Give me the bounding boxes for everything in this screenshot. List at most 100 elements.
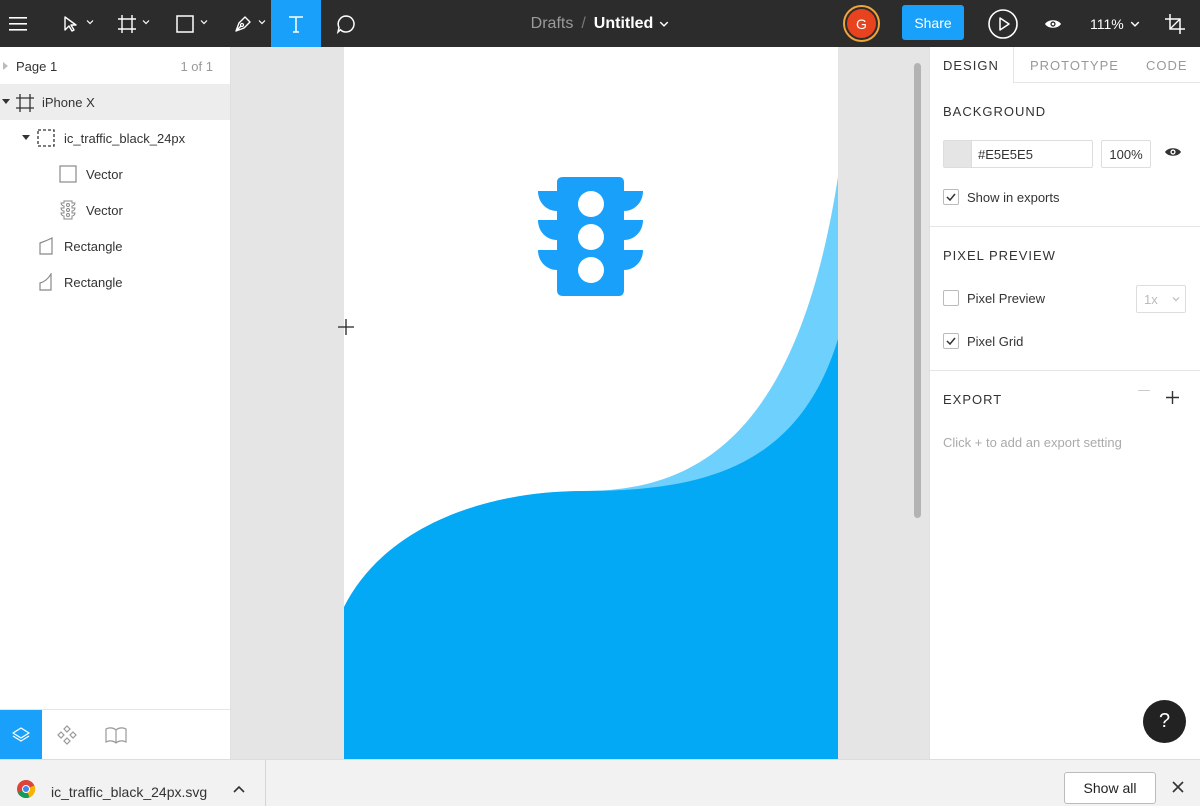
move-tool-button[interactable] — [52, 0, 100, 47]
page-selector[interactable]: Page 1 1 of 1 — [0, 47, 230, 85]
canvas-scrollbar[interactable] — [914, 63, 921, 518]
traffic-light-icon[interactable] — [537, 177, 644, 297]
properties-panel: DESIGN PROTOTYPE CODE BACKGROUND #E5E5E5… — [929, 47, 1200, 759]
background-hex-value[interactable]: #E5E5E5 — [972, 141, 1092, 167]
properties-tabs: DESIGN PROTOTYPE CODE — [930, 47, 1200, 83]
breadcrumb-drafts-link[interactable]: Drafts — [531, 15, 574, 33]
tab-code[interactable]: CODE — [1146, 47, 1188, 83]
layers-stack-icon — [12, 727, 30, 742]
canvas[interactable] — [231, 47, 929, 759]
chevron-down-icon — [86, 20, 94, 25]
resize-frame-button[interactable] — [1160, 0, 1190, 47]
color-swatch[interactable] — [944, 141, 972, 167]
page-name: Page 1 — [16, 59, 58, 74]
comment-tool-button[interactable] — [324, 0, 368, 47]
show-all-button[interactable]: Show all — [1064, 772, 1156, 804]
left-panel-tabs — [0, 709, 230, 760]
caret-down-icon[interactable] — [2, 99, 10, 104]
layers-tab[interactable] — [0, 710, 42, 760]
caret-right-icon — [3, 62, 8, 70]
text-t-icon — [289, 15, 303, 33]
help-button[interactable]: ? — [1143, 700, 1186, 743]
checkmark-icon — [946, 337, 956, 345]
pixel-preview-section-title: PIXEL PREVIEW — [943, 248, 1056, 263]
user-avatar[interactable]: G — [843, 5, 880, 42]
rectangle-icon — [176, 14, 194, 33]
view-settings-button[interactable] — [1038, 0, 1068, 47]
pixel-grid-label: Pixel Grid — [967, 333, 1024, 349]
page-count: 1 of 1 — [180, 59, 213, 74]
vector-shape-icon — [39, 237, 53, 255]
layers-panel: Page 1 1 of 1 iPhone X ic_traffic_black_… — [0, 47, 231, 760]
pixel-preview-checkbox[interactable] — [943, 290, 959, 306]
export-section-title: EXPORT — [943, 392, 1003, 407]
pixel-grid-checkbox[interactable] — [943, 333, 959, 349]
chevron-up-icon[interactable] — [233, 785, 245, 793]
tab-design[interactable]: DESIGN — [930, 47, 1014, 83]
show-in-exports-row[interactable]: Show in exports — [943, 189, 1060, 205]
checkmark-icon — [946, 193, 956, 201]
chevron-down-icon — [200, 20, 208, 25]
layer-label: ic_traffic_black_24px — [64, 131, 186, 146]
comment-bubble-icon — [336, 14, 355, 34]
layer-rectangle-1[interactable]: Rectangle — [0, 228, 230, 264]
text-tool-button[interactable] — [271, 0, 321, 47]
breadcrumb-separator: / — [581, 14, 586, 32]
main-menu-button[interactable] — [0, 0, 36, 47]
section-divider — [930, 370, 1200, 371]
play-icon — [988, 8, 1018, 39]
close-icon[interactable] — [1172, 781, 1184, 793]
vector-square-icon — [59, 165, 77, 183]
tab-prototype[interactable]: PROTOTYPE — [1030, 47, 1119, 83]
pen-icon — [235, 15, 251, 32]
chevron-down-icon — [258, 20, 266, 25]
layer-rectangle-2[interactable]: Rectangle — [0, 264, 230, 300]
shape-tool-button[interactable] — [166, 0, 214, 47]
caret-down-icon[interactable] — [22, 135, 30, 140]
present-button[interactable] — [985, 0, 1021, 47]
eye-icon[interactable] — [1164, 146, 1182, 158]
remove-export-button[interactable] — [1138, 390, 1150, 391]
layer-label: Vector — [86, 203, 123, 218]
zoom-dropdown[interactable]: 111% — [1090, 0, 1140, 47]
download-bar: ic_traffic_black_24px.svg Show all — [0, 759, 1200, 806]
pointer-arrow-icon — [64, 15, 77, 32]
show-in-exports-label: Show in exports — [967, 189, 1060, 205]
zoom-level: 111% — [1090, 15, 1124, 32]
chevron-down-icon — [142, 20, 150, 25]
layer-label: Vector — [86, 167, 123, 182]
layer-iphone-x[interactable]: iPhone X — [0, 84, 230, 120]
crop-frame-icon — [1165, 13, 1185, 34]
chevron-down-icon — [1172, 297, 1180, 302]
file-title[interactable]: Untitled — [594, 15, 654, 33]
background-opacity-field[interactable]: 100% — [1101, 140, 1151, 168]
layer-vector-1[interactable]: Vector — [0, 156, 230, 192]
components-tab[interactable] — [46, 710, 88, 760]
share-button[interactable]: Share — [902, 5, 964, 40]
layer-label: iPhone X — [42, 95, 95, 110]
book-icon — [105, 727, 127, 744]
download-item[interactable]: ic_traffic_black_24px.svg — [0, 760, 266, 806]
layer-vector-2[interactable]: Vector — [0, 192, 230, 228]
pixel-grid-row[interactable]: Pixel Grid — [943, 333, 1023, 349]
chevron-down-icon[interactable] — [659, 19, 669, 29]
iphone-x-frame[interactable] — [344, 47, 838, 759]
layer-ic-traffic[interactable]: ic_traffic_black_24px — [0, 120, 230, 156]
add-export-icon[interactable] — [1166, 391, 1179, 404]
team-library-tab[interactable] — [95, 710, 137, 760]
crosshair-cursor-icon — [338, 319, 354, 335]
pixel-preview-row[interactable]: Pixel Preview — [943, 290, 1045, 306]
chrome-logo-icon — [17, 780, 36, 799]
frame-tool-button[interactable] — [108, 0, 156, 47]
components-icon — [57, 725, 77, 745]
vector-shape-icon — [39, 273, 52, 291]
show-in-exports-checkbox[interactable] — [943, 189, 959, 205]
section-divider — [930, 226, 1200, 227]
wave-shapes — [344, 177, 838, 759]
pen-tool-button[interactable] — [224, 0, 272, 47]
eye-icon — [1045, 19, 1061, 28]
pixel-preview-scale-select[interactable]: 1x — [1136, 285, 1186, 313]
background-color-field[interactable]: #E5E5E5 — [943, 140, 1093, 168]
background-section-title: BACKGROUND — [943, 104, 1047, 119]
frame-icon — [16, 94, 34, 112]
